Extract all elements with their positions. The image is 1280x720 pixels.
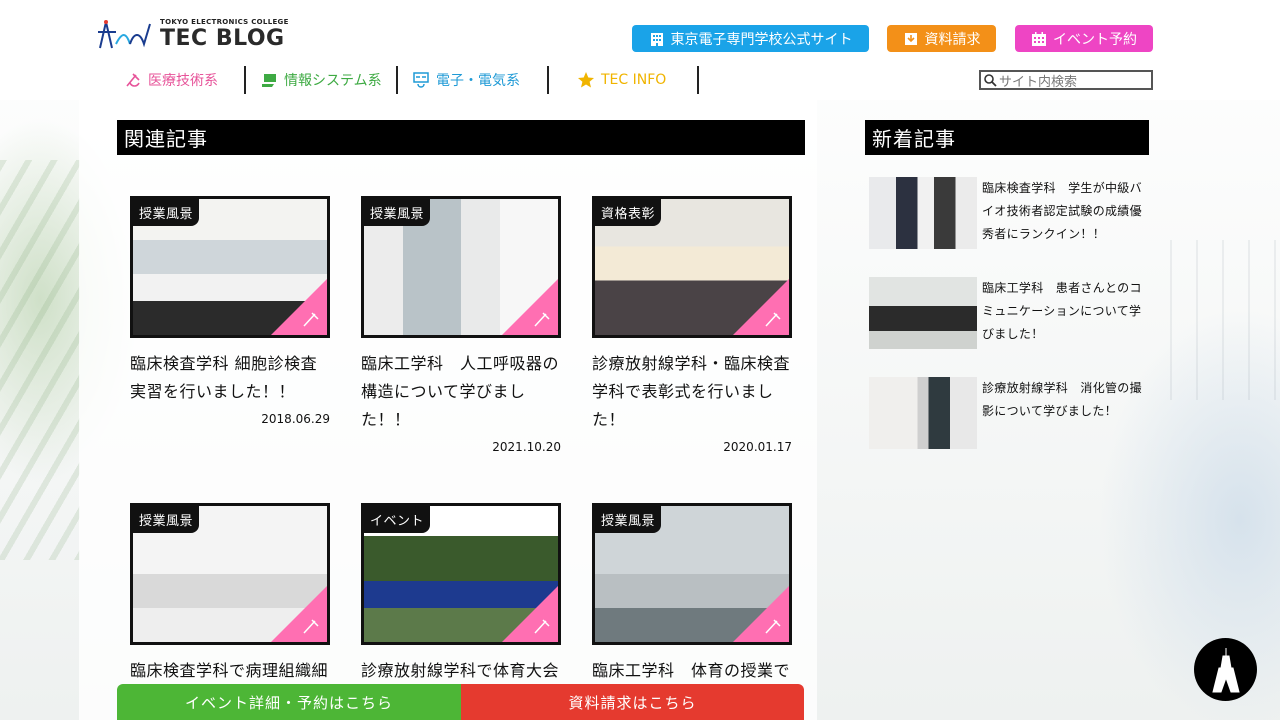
article-thumbnail[interactable]: 授業風景	[592, 503, 792, 645]
article-thumbnail[interactable]: 授業風景	[361, 196, 561, 338]
search-placeholder: サイト内検索	[999, 74, 1078, 90]
latest-article-title[interactable]: 臨床検査学科 学生が中級バイオ技術者認定試験の成績優秀者にランクイン！！	[982, 177, 1142, 246]
article-card[interactable]: 授業風景 臨床工学科 体育の授業で	[592, 503, 792, 685]
medical-icon	[765, 619, 781, 634]
latest-article-title[interactable]: 診療放射線学科 消化管の撮影について学びました！	[982, 377, 1142, 423]
related-heading: 関連記事	[117, 120, 805, 155]
article-title[interactable]: 診療放射線学科・臨床検査学科で表彰式を行いました！	[592, 350, 792, 434]
medical-icon	[765, 312, 781, 327]
site-logo[interactable]: TOKYO ELECTRONICS COLLEGE TEC BLOG	[96, 16, 289, 52]
medical-icon	[303, 619, 319, 634]
logo-subtitle: TOKYO ELECTRONICS COLLEGE	[160, 18, 289, 26]
article-card[interactable]: 授業風景 臨床検査学科で病理組織細	[130, 503, 330, 685]
latest-article-item[interactable]: 診療放射線学科 消化管の撮影について学びました！	[869, 377, 1149, 449]
article-title[interactable]: 臨床工学科 人工呼吸器の構造について学びました！！	[361, 350, 561, 434]
official-site-button[interactable]: 東京電子専門学校公式サイト	[632, 25, 869, 52]
article-date: 2020.01.17	[723, 440, 792, 454]
background-window	[1170, 240, 1280, 400]
nav-item-electronics[interactable]: 電子・電気系	[398, 66, 549, 94]
article-card[interactable]: 授業風景 臨床検査学科 細胞診検査実習を行いました！！ 2018.06.29	[130, 196, 330, 426]
latest-heading: 新着記事	[865, 120, 1149, 155]
computer-icon	[262, 74, 276, 87]
article-title[interactable]: 臨床検査学科で病理組織細	[130, 657, 330, 685]
article-thumbnail[interactable]: 資格表彰	[592, 196, 792, 338]
event-detail-cta-button[interactable]: イベント詳細・予約はこちら	[117, 684, 461, 720]
calendar-icon	[1032, 31, 1046, 46]
article-thumbnail[interactable]: イベント	[361, 503, 561, 645]
docs-request-label: 資料請求	[924, 31, 981, 48]
nav-item-tec-info[interactable]: TEC INFO	[549, 66, 699, 94]
category-tag: 授業風景	[364, 199, 431, 226]
nav-label-info-systems: 情報システム系	[284, 73, 382, 89]
article-card[interactable]: 授業風景 臨床工学科 人工呼吸器の構造について学びました！！ 2021.10.2…	[361, 196, 561, 454]
medical-icon	[534, 619, 550, 634]
latest-article-thumbnail[interactable]	[869, 177, 977, 249]
document-icon	[904, 32, 917, 45]
category-tag: 授業風景	[133, 506, 200, 533]
category-tag: 授業風景	[595, 506, 662, 533]
latest-article-title[interactable]: 臨床工学科 患者さんとのコミュニケーションについて学びました！	[982, 277, 1142, 346]
nav-label-medical: 医療技術系	[148, 73, 218, 89]
site-header: TOKYO ELECTRONICS COLLEGE TEC BLOG 東京電子専…	[0, 0, 1280, 100]
nav-label-tec-info: TEC INFO	[601, 72, 667, 88]
medical-icon	[303, 312, 319, 327]
article-card[interactable]: 資格表彰 診療放射線学科・臨床検査学科で表彰式を行いました！ 2020.01.1…	[592, 196, 792, 454]
site-search-input[interactable]: サイト内検索	[979, 70, 1153, 90]
medical-icon	[126, 73, 140, 87]
latest-article-thumbnail[interactable]	[869, 377, 977, 449]
latest-article-item[interactable]: 臨床検査学科 学生が中級バイオ技術者認定試験の成績優秀者にランクイン！！	[869, 177, 1149, 249]
star-icon	[578, 72, 594, 88]
official-site-label: 東京電子専門学校公式サイト	[670, 31, 853, 48]
category-nav: 医療技術系 情報システム系 電子・電気系 TEC INFO	[110, 66, 699, 94]
event-booking-button[interactable]: イベント予約	[1015, 25, 1153, 52]
nav-item-medical[interactable]: 医療技術系	[110, 66, 246, 94]
article-thumbnail[interactable]: 授業風景	[130, 196, 330, 338]
category-tag: 資格表彰	[595, 199, 662, 226]
nav-label-electronics: 電子・電気系	[436, 73, 520, 89]
article-card[interactable]: イベント 診療放射線学科で体育大会	[361, 503, 561, 685]
latest-article-item[interactable]: 臨床工学科 患者さんとのコミュニケーションについて学びました！	[869, 277, 1149, 349]
logo-title: TEC BLOG	[160, 26, 285, 51]
docs-request-button[interactable]: 資料請求	[887, 25, 996, 52]
circuit-icon	[413, 72, 429, 88]
building-icon	[650, 32, 663, 46]
nav-item-info-systems[interactable]: 情報システム系	[246, 66, 398, 94]
article-title[interactable]: 臨床工学科 体育の授業で	[592, 657, 792, 685]
category-tag: 授業風景	[133, 199, 200, 226]
back-to-top-button[interactable]	[1194, 638, 1257, 701]
article-title[interactable]: 臨床検査学科 細胞診検査実習を行いました！！	[130, 350, 330, 406]
medical-icon	[534, 312, 550, 327]
search-icon	[984, 74, 997, 87]
article-title[interactable]: 診療放射線学科で体育大会	[361, 657, 561, 685]
category-tag: イベント	[364, 506, 431, 533]
tower-icon	[1211, 647, 1240, 692]
logo-mark-icon	[98, 20, 151, 49]
article-date: 2018.06.29	[261, 412, 330, 426]
background-plant	[0, 160, 80, 560]
event-booking-label: イベント予約	[1053, 31, 1137, 48]
article-thumbnail[interactable]: 授業風景	[130, 503, 330, 645]
docs-request-cta-button[interactable]: 資料請求はこちら	[461, 684, 804, 720]
article-date: 2021.10.20	[492, 440, 561, 454]
latest-article-thumbnail[interactable]	[869, 277, 977, 349]
